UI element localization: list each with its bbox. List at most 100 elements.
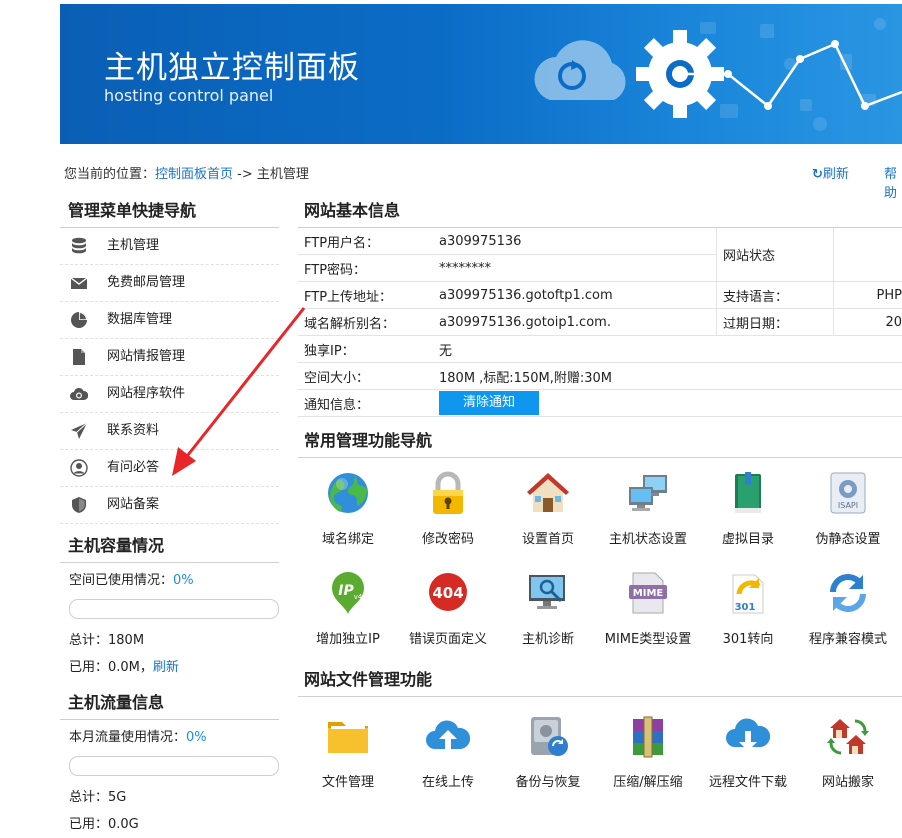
sidebar-item-record[interactable]: 网站备案 [60, 487, 279, 524]
main-content: 网站基本信息 FTP用户名： a309975136 网站状态 FTP密码： **… [298, 195, 902, 807]
book-icon [725, 470, 771, 516]
online-upload-tile[interactable]: 在线上传 [398, 707, 498, 790]
alias-label: 域名解析别名： [298, 309, 433, 336]
notice-label: 通知信息： [298, 390, 433, 417]
sidebar-item-label: 联系资料 [107, 423, 159, 438]
capacity-refresh-link[interactable]: 刷新 [153, 660, 179, 675]
notice-cell: 清除通知 [433, 390, 902, 417]
cloud-refresh-icon [535, 40, 626, 100]
sidebar-item-contact[interactable]: 联系资料 [60, 413, 279, 450]
domain-binding-tile[interactable]: 域名绑定 [298, 464, 398, 547]
sidebar-item-label: 网站情报管理 [107, 349, 185, 364]
tile-label: 主机诊断 [498, 628, 598, 647]
tile-label: 压缩/解压缩 [598, 771, 698, 790]
user-icon [70, 459, 88, 477]
header-banner: 主机独立控制面板 hosting control panel [60, 4, 902, 144]
mime-badge-text: MIME [633, 588, 664, 599]
sidebar-item-intel[interactable]: 网站情报管理 [60, 339, 279, 376]
backup-restore-tile[interactable]: 备份与恢复 [498, 707, 598, 790]
ip-value: 无 [433, 336, 902, 363]
expire-label: 过期日期： [717, 309, 834, 336]
banner-subtitle: hosting control panel [104, 86, 273, 105]
backup-disk-icon [525, 713, 571, 759]
compat-mode-tile[interactable]: 程序兼容模式 [798, 564, 898, 647]
ftp-pass-value: ******** [433, 255, 717, 282]
sidebar-item-label: 免费邮局管理 [107, 275, 185, 290]
site-move-icon [825, 713, 871, 759]
paper-plane-icon [70, 422, 88, 440]
redirect-301-icon: 301 [725, 570, 771, 616]
magnifier-monitor-icon [525, 570, 571, 616]
padlock-icon [425, 470, 471, 516]
isapi-badge-text: ISAPI [838, 501, 858, 510]
site-status-value [834, 228, 902, 282]
tile-label: 程序兼容模式 [798, 628, 898, 647]
redirect-301-tile[interactable]: 301 301转向 [698, 564, 798, 647]
sidebar-item-faq[interactable]: 有问必答 [60, 450, 279, 487]
common-functions-row-1: 域名绑定 修改密码 设置首页 主机状态设置 虚拟目录 ISAPI 伪静态设置 [298, 464, 902, 564]
site-move-tile[interactable]: 网站搬家 [798, 707, 898, 790]
tile-label: 增加独立IP [298, 628, 398, 647]
capacity-usage-percent: 0% [173, 573, 194, 588]
refresh-icon: ↻ [812, 167, 823, 182]
sidebar-item-label: 有问必答 [107, 460, 159, 475]
file-manager-tile[interactable]: 文件管理 [298, 707, 398, 790]
change-password-tile[interactable]: 修改密码 [398, 464, 498, 547]
folder-icon [325, 713, 371, 759]
ftp-pass-label: FTP密码： [298, 255, 433, 282]
traffic-total: 总计：5G [60, 784, 279, 811]
sidebar-item-database[interactable]: 数据库管理 [60, 302, 279, 339]
virtual-directory-tile[interactable]: 虚拟目录 [698, 464, 798, 547]
tile-label: 在线上传 [398, 771, 498, 790]
tile-label: 伪静态设置 [798, 528, 898, 547]
compress-tile[interactable]: 压缩/解压缩 [598, 707, 698, 790]
pseudo-static-tile[interactable]: ISAPI 伪静态设置 [798, 464, 898, 547]
breadcrumb-separator: -> [233, 167, 257, 182]
file-functions-title: 网站文件管理功能 [298, 664, 902, 697]
basic-info-title: 网站基本信息 [298, 195, 902, 228]
archive-books-icon [625, 713, 671, 759]
ipv4-badge-sub: v4 [354, 593, 363, 601]
sidebar-item-label: 网站备案 [107, 497, 159, 512]
banner-title: 主机独立控制面板 [104, 42, 360, 87]
computers-icon [625, 470, 671, 516]
capacity-progress-bar [69, 599, 279, 619]
remote-download-tile[interactable]: 远程文件下载 [698, 707, 798, 790]
cloud-upload-icon [425, 713, 471, 759]
basic-info-table: FTP用户名： a309975136 网站状态 FTP密码： ******** … [298, 228, 902, 417]
ipv4-badge-text: IP [338, 583, 354, 599]
tile-label: 备份与恢复 [498, 771, 598, 790]
sidebar-item-mail[interactable]: 免费邮局管理 [60, 265, 279, 302]
ftp-user-value: a309975136 [433, 228, 717, 255]
sidebar-item-host[interactable]: 主机管理 [60, 228, 279, 265]
clear-notice-button[interactable]: 清除通知 [439, 391, 539, 415]
cloud-download-icon [725, 713, 771, 759]
host-diagnosis-tile[interactable]: 主机诊断 [498, 564, 598, 647]
traffic-usage-percent: 0% [186, 730, 207, 745]
mime-tile[interactable]: MIME MIME类型设置 [598, 564, 698, 647]
space-value: 180M ,标配:150M,附赠:30M [433, 363, 902, 390]
add-ip-tile[interactable]: IPv4 增加独立IP [298, 564, 398, 647]
set-homepage-tile[interactable]: 设置首页 [498, 464, 598, 547]
tile-label: 设置首页 [498, 528, 598, 547]
r301-badge-text: 301 [735, 602, 756, 613]
sidebar-item-label: 数据库管理 [107, 312, 172, 327]
host-status-tile[interactable]: 主机状态设置 [598, 464, 698, 547]
shield-icon [70, 496, 88, 514]
error-page-tile[interactable]: 404 错误页面定义 [398, 564, 498, 647]
mime-file-icon: MIME [625, 570, 671, 616]
breadcrumb-home-link[interactable]: 控制面板首页 [155, 167, 233, 182]
tile-label: 主机状态设置 [598, 528, 698, 547]
alias-value: a309975136.gotoip1.com. [433, 309, 717, 336]
globe-icon [325, 470, 371, 516]
traffic-progress-bar [69, 756, 279, 776]
tile-label: 远程文件下载 [698, 771, 798, 790]
ipv4-pin-icon: IPv4 [325, 570, 371, 616]
capacity-used-value: 已用：0.0M， [69, 660, 153, 675]
refresh-button[interactable]: ↻刷新 [812, 163, 849, 182]
sidebar-item-software[interactable]: 网站程序软件 [60, 376, 279, 413]
traffic-used: 已用：0.0G [60, 811, 279, 838]
mail-icon [70, 274, 88, 292]
isapi-icon: ISAPI [825, 470, 871, 516]
space-label: 空间大小： [298, 363, 433, 390]
